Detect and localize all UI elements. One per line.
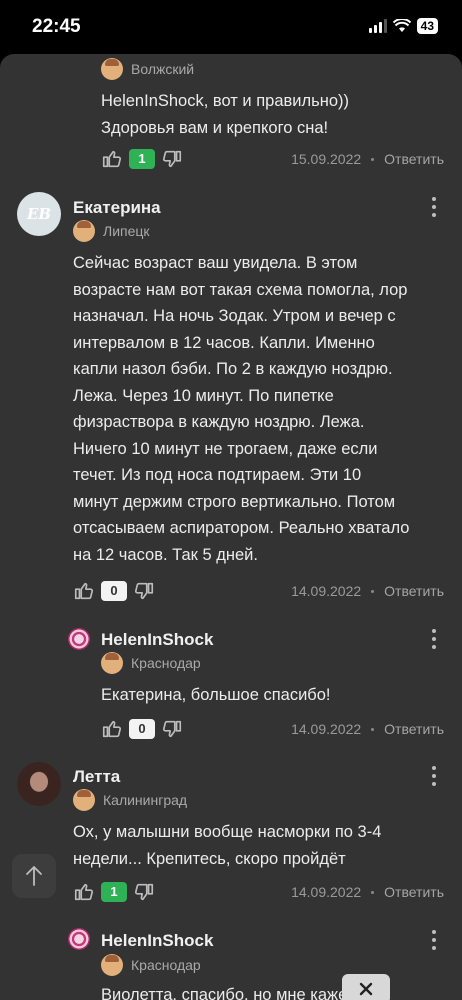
author-name[interactable]: Летта — [73, 767, 120, 787]
comment-text-line: Лежа. Через 10 минут. По пипетке — [73, 386, 334, 405]
comment-text-line: Ох, у малышни вообще насморки по 3-4 — [73, 823, 382, 841]
reply-button[interactable]: Ответить — [384, 583, 444, 599]
like-count: 1 — [129, 149, 155, 169]
like-icon[interactable] — [101, 148, 123, 170]
author-city: Краснодар — [101, 652, 201, 674]
like-count: 0 — [129, 719, 155, 739]
comment-text-line: капли назол бэби. По 2 в каждую ноздрю. — [73, 360, 393, 378]
like-icon[interactable] — [73, 881, 95, 903]
like-icon[interactable] — [73, 580, 95, 602]
comment-text-line: Сейчас возраст ваш увидела. В этом — [73, 254, 358, 272]
rating-actions: 0 — [73, 578, 155, 604]
comment-date: 15.09.2022 — [291, 151, 362, 167]
comment-text: Екатерина, большое спасибо! — [101, 686, 331, 704]
comment-text-line: недели... Крепитесь, скоро пройдёт — [73, 849, 346, 868]
scroll-top-button[interactable] — [12, 854, 56, 898]
avatar[interactable]: ЕВ — [17, 192, 61, 236]
separator-dot — [371, 589, 375, 593]
avatar[interactable] — [17, 762, 61, 806]
battery-level: 43 — [416, 18, 438, 34]
reply-button[interactable]: Ответить — [384, 151, 444, 167]
signal-icon — [368, 19, 387, 33]
city-emoji-icon — [101, 954, 123, 976]
comment-meta: 14.09.2022 Ответить — [291, 583, 444, 599]
close-icon — [359, 982, 373, 996]
comment-meta: 14.09.2022 Ответить — [291, 721, 444, 737]
comment-text-line: на 12 часов. Так 5 дней. — [73, 545, 258, 564]
comment-meta: 15.09.2022 Ответить — [291, 151, 444, 167]
menu-dots-icon[interactable] — [428, 197, 440, 217]
comment-text-line: физраствора в каждую ноздрю. Лежа. — [73, 413, 365, 431]
comment-meta: 14.09.2022 Ответить — [291, 884, 444, 900]
avatar[interactable] — [68, 628, 90, 650]
comment-date: 14.09.2022 — [291, 583, 362, 599]
dislike-icon[interactable] — [161, 148, 183, 170]
menu-dots-icon[interactable] — [428, 930, 440, 950]
like-count: 1 — [101, 882, 127, 902]
comment-text-line: Ничего 10 минут не трогаем, даже если — [73, 439, 378, 458]
comment-text-line: отсасываем аспиратором. Реально хватало — [73, 519, 410, 537]
author-name[interactable]: HelenInShock — [101, 931, 213, 951]
separator-dot — [371, 890, 375, 894]
city-emoji-icon — [73, 789, 95, 811]
comment-text-line: течет. Из под носа подтираем. Эти 10 — [73, 466, 362, 484]
status-time: 22:45 — [32, 16, 81, 37]
rating-actions: 0 — [101, 716, 183, 742]
comment-date: 14.09.2022 — [291, 721, 362, 737]
like-icon[interactable] — [101, 718, 123, 740]
comment-text: Сейчас возраст ваш увидела. В этом возра… — [73, 250, 448, 568]
city-emoji-icon — [73, 220, 95, 242]
comment-text-line: минут держим строго вертикально. Потом — [73, 492, 396, 511]
comment-text: Виолетта, спасибо, но мне кажется я — [101, 986, 385, 1000]
menu-dots-icon[interactable] — [428, 766, 440, 786]
author-city: Краснодар — [101, 954, 201, 976]
avatar[interactable] — [68, 928, 90, 950]
author-city: Калининград — [73, 789, 187, 811]
author-city: Волжский — [101, 58, 194, 80]
like-count: 0 — [101, 581, 127, 601]
comments-screen[interactable]: Волжский HelenInShock, вот и правильно))… — [0, 54, 462, 1000]
scroll-top-icon — [26, 866, 42, 886]
separator-dot — [371, 727, 375, 731]
rating-actions: 1 — [101, 146, 183, 172]
author-name[interactable]: Екатерина — [73, 198, 161, 218]
author-city: Липецк — [73, 220, 150, 242]
comment-text-line: HelenInShock, вот и правильно)) — [101, 92, 350, 110]
reply-button[interactable]: Ответить — [384, 721, 444, 737]
status-bar: 22:45 43 — [0, 0, 462, 54]
city-emoji-icon — [101, 652, 123, 674]
city-emoji-icon — [101, 58, 123, 80]
close-button[interactable] — [342, 974, 390, 1000]
wifi-icon — [392, 19, 411, 32]
comment-text: HelenInShock, вот и правильно)) Здоровья… — [101, 88, 441, 141]
author-name[interactable]: HelenInShock — [101, 630, 213, 650]
dislike-icon[interactable] — [133, 580, 155, 602]
status-icons: 43 — [368, 18, 438, 34]
reply-button[interactable]: Ответить — [384, 884, 444, 900]
rating-actions: 1 — [73, 879, 155, 905]
comment-text: Ох, у малышни вообще насморки по 3-4 нед… — [73, 819, 448, 872]
comment-date: 14.09.2022 — [291, 884, 362, 900]
menu-dots-icon[interactable] — [428, 629, 440, 649]
comment-text-line: Здоровья вам и крепкого сна! — [101, 118, 329, 137]
separator-dot — [371, 157, 375, 161]
comment-text-line: интервалом в 12 часов. Капли. Именно — [73, 333, 375, 352]
comment-text-line: возрасте нам вот такая схема помогла, ло… — [73, 280, 408, 299]
comment-text-line: назначал. На ночь Зодак. Утром и вечер с — [73, 307, 396, 325]
dislike-icon[interactable] — [133, 881, 155, 903]
dislike-icon[interactable] — [161, 718, 183, 740]
